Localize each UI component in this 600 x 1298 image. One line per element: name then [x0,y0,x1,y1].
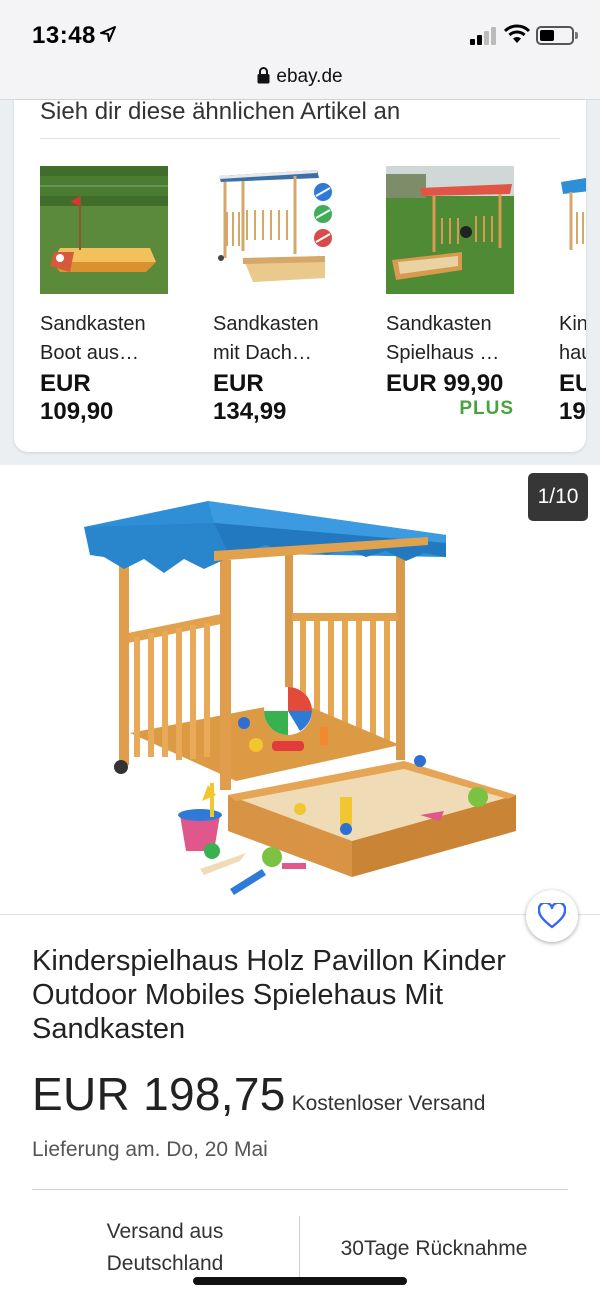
image-counter: 1/10 [528,473,588,521]
product-image[interactable] [0,465,600,915]
cell-signal-icon [470,27,498,45]
similar-item-image[interactable] [559,166,586,294]
browser-url-bar[interactable]: ebay.de [0,58,600,100]
divider [0,914,600,915]
similar-item-title[interactable]: Kin hau [559,310,586,368]
similar-item[interactable]: Kin hau EU 19 [559,166,586,426]
status-time: 13:48 [32,22,96,49]
similar-item-title[interactable]: Sandkasten Spielhaus … [386,310,514,368]
shipping-info: Kostenloser Versand [291,1092,486,1115]
similar-item-image[interactable] [386,166,514,294]
similar-items-section: Sieh dir diese ähnlichen Artikel an Sand… [0,100,600,465]
ships-from-info: Versand aus Deutschland [106,1220,224,1275]
location-arrow-icon [100,26,116,42]
similar-item-price: EUR 99,90 [386,370,504,397]
similar-item-image[interactable] [40,166,168,294]
similar-items-heading: Sieh dir diese ähnlichen Artikel an [40,100,401,125]
home-indicator[interactable] [193,1277,407,1285]
status-bar: 13:48 [0,0,600,58]
similar-item-price: EUR 109,90 [40,370,114,425]
watchlist-button[interactable] [526,890,578,942]
similar-item[interactable]: Sandkasten mit Dach… EUR 134,99 [213,166,341,426]
divider [32,1189,568,1190]
plus-badge: PLUS [459,398,514,419]
divider [40,138,560,139]
product-title: Kinderspielhaus Holz Pavillon Kinder Out… [32,945,506,1045]
returns-info: 30Tage Rücknahme [340,1237,528,1260]
similar-item[interactable]: Sandkasten Spielhaus … EUR 99,90 PLUS [386,166,514,420]
similar-item[interactable]: Sandkasten Boot aus… EUR 109,90 [40,166,168,426]
similar-item-title[interactable]: Sandkasten mit Dach… [213,310,341,368]
similar-items-card: Sieh dir diese ähnlichen Artikel an Sand… [14,100,586,452]
similar-item-price: EUR 134,99 [213,370,287,425]
product-image-gallery[interactable]: 1/10 [0,465,600,915]
url-text: ebay.de [276,66,343,87]
heart-icon [538,903,566,929]
battery-icon [536,26,578,45]
delivery-info: Lieferung am. Do, 20 Mai [32,1138,268,1161]
lock-icon [257,67,270,84]
price-row: EUR 198,75 Kostenloser Versand [32,1067,485,1121]
similar-item-title[interactable]: Sandkasten Boot aus… [40,310,168,368]
wifi-icon [504,24,530,43]
similar-item-image[interactable] [213,166,341,294]
product-price: EUR 198,75 [32,1068,286,1120]
similar-item-price: EU 19 [559,370,586,425]
